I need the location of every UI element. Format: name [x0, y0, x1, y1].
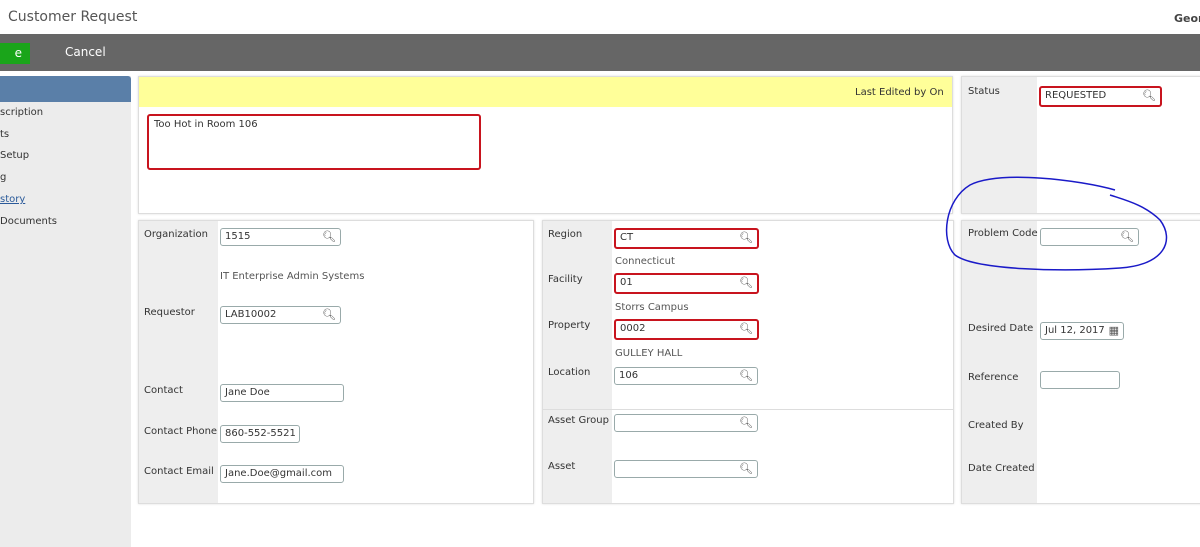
- property-label: Property: [548, 320, 591, 331]
- sidebar-item-description[interactable]: scription: [0, 107, 43, 118]
- requestor-field[interactable]: LAB10002 🔍︎: [220, 306, 341, 324]
- status-value: REQUESTED: [1045, 90, 1107, 101]
- contact-field[interactable]: Jane Doe: [220, 384, 344, 402]
- organization-field[interactable]: 1515 🔍︎: [220, 228, 341, 246]
- divider: [543, 409, 953, 410]
- search-icon[interactable]: 🔍︎: [739, 276, 753, 289]
- requestor-value: LAB10002: [225, 309, 277, 320]
- label-column: [139, 221, 218, 503]
- sidebar-item-g[interactable]: g: [0, 172, 6, 183]
- search-icon[interactable]: 🔍︎: [739, 369, 753, 382]
- property-name: GULLEY HALL: [615, 348, 683, 359]
- toolbar: [0, 34, 1200, 71]
- label-column: [962, 77, 1037, 213]
- label-column: [962, 221, 1037, 503]
- date-created-label: Date Created: [968, 463, 1035, 474]
- requestor-label: Requestor: [144, 307, 195, 318]
- desired-date-value: Jul 12, 2017: [1045, 325, 1105, 336]
- organization-label: Organization: [144, 229, 208, 240]
- contact-label: Contact: [144, 385, 183, 396]
- search-icon[interactable]: 🔍︎: [739, 231, 753, 244]
- reference-field[interactable]: [1040, 371, 1120, 389]
- region-name: Connecticut: [615, 256, 675, 267]
- search-icon[interactable]: 🔍︎: [739, 462, 753, 475]
- facility-field[interactable]: 01 🔍︎: [614, 273, 759, 294]
- search-icon[interactable]: 🔍︎: [1142, 89, 1156, 102]
- location-field[interactable]: 106 🔍︎: [614, 367, 758, 385]
- desired-date-field[interactable]: Jul 12, 2017 ▦: [1040, 322, 1124, 340]
- reference-label: Reference: [968, 372, 1019, 383]
- region-label: Region: [548, 229, 583, 240]
- region-field[interactable]: CT 🔍︎: [614, 228, 759, 249]
- asset-group-field[interactable]: 🔍︎: [614, 414, 758, 432]
- asset-label: Asset: [548, 461, 576, 472]
- search-icon[interactable]: 🔍︎: [322, 308, 336, 321]
- organization-value: 1515: [225, 231, 251, 242]
- asset-group-label: Asset Group: [548, 415, 609, 426]
- facility-label: Facility: [548, 274, 583, 285]
- facility-value: 01: [620, 277, 633, 288]
- region-value: CT: [620, 232, 634, 243]
- search-icon[interactable]: 🔍︎: [1120, 230, 1134, 243]
- property-field[interactable]: 0002 🔍︎: [614, 319, 759, 340]
- contact-email-label: Contact Email: [144, 466, 214, 477]
- desired-date-label: Desired Date: [968, 323, 1034, 334]
- sidebar-item-documents[interactable]: Documents: [0, 216, 57, 227]
- organization-name: IT Enterprise Admin Systems: [220, 271, 365, 282]
- contact-email-field[interactable]: Jane.Doe@gmail.com: [220, 465, 344, 483]
- status-field[interactable]: REQUESTED 🔍︎: [1039, 86, 1162, 107]
- contact-phone-field[interactable]: 860-552-5521: [220, 425, 300, 443]
- created-by-label: Created By: [968, 420, 1024, 431]
- location-label: Location: [548, 367, 591, 378]
- problem-code-label: Problem Code: [968, 228, 1038, 239]
- search-icon[interactable]: 🔍︎: [739, 322, 753, 335]
- sidebar-header: [0, 76, 131, 102]
- last-edited-text: Last Edited by On: [855, 87, 944, 98]
- save-button[interactable]: e: [0, 43, 30, 64]
- facility-name: Storrs Campus: [615, 302, 689, 313]
- sidebar-item-setup[interactable]: Setup: [0, 150, 29, 161]
- last-edited-bar: [139, 77, 952, 107]
- problem-code-field[interactable]: 🔍︎: [1040, 228, 1139, 246]
- search-icon[interactable]: 🔍︎: [739, 416, 753, 429]
- property-value: 0002: [620, 323, 646, 334]
- status-label: Status: [968, 86, 1000, 97]
- page-title: Customer Request: [8, 9, 138, 25]
- contact-phone-label: Contact Phone: [144, 426, 218, 437]
- cancel-button[interactable]: Cancel: [65, 45, 106, 59]
- location-value: 106: [619, 370, 639, 381]
- calendar-icon[interactable]: ▦: [1109, 324, 1119, 337]
- description-textarea[interactable]: Too Hot in Room 106: [147, 114, 481, 170]
- sidebar: [0, 76, 131, 547]
- user-name[interactable]: Geor: [1174, 12, 1200, 25]
- search-icon[interactable]: 🔍︎: [322, 230, 336, 243]
- asset-field[interactable]: 🔍︎: [614, 460, 758, 478]
- sidebar-item-ts[interactable]: ts: [0, 129, 9, 140]
- sidebar-item-history[interactable]: story: [0, 194, 25, 205]
